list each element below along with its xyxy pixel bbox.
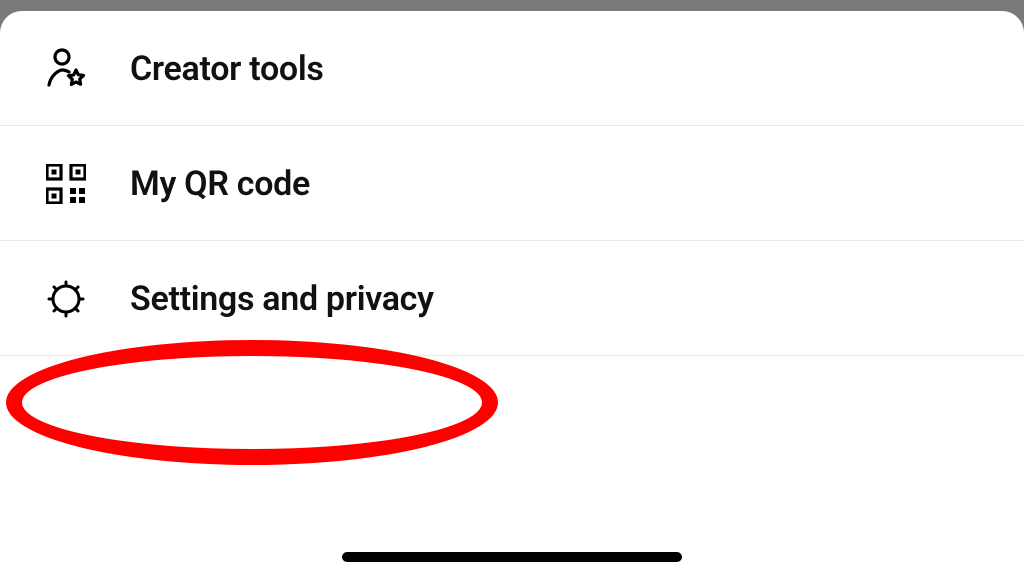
menu-item-label: My QR code	[130, 164, 310, 204]
gear-icon	[44, 277, 88, 321]
menu-item-qr-code[interactable]: My QR code	[0, 126, 1024, 241]
menu-item-label: Creator tools	[130, 49, 324, 89]
person-star-icon	[44, 47, 88, 91]
annotation-highlight-ellipse	[6, 340, 498, 465]
home-indicator	[342, 552, 682, 562]
menu-item-settings-privacy[interactable]: Settings and privacy	[0, 241, 1024, 356]
bottom-sheet: Creator tools My QR code	[0, 11, 1024, 576]
qr-code-icon	[44, 162, 88, 206]
menu-item-label: Settings and privacy	[130, 279, 434, 319]
menu-item-creator-tools[interactable]: Creator tools	[0, 11, 1024, 126]
